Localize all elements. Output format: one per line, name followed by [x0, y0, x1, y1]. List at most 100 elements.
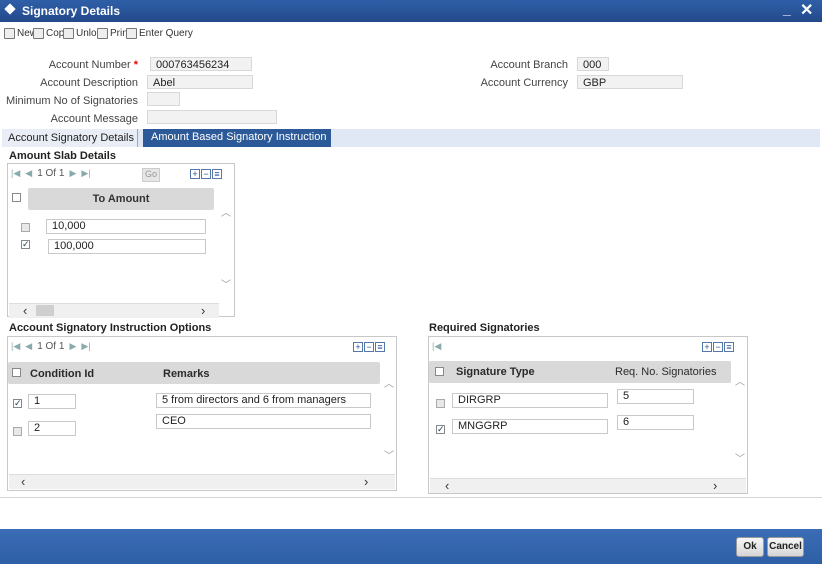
scroll-thumb[interactable]: [36, 305, 54, 316]
row-checkbox[interactable]: [13, 427, 22, 436]
row-checkbox[interactable]: [436, 399, 445, 408]
account-branch-label: Account Branch: [490, 59, 568, 71]
req-no-signatories-header: Req. No. Signatories: [615, 366, 717, 378]
scroll-down-icon[interactable]: ﹀: [384, 447, 394, 462]
scroll-left-icon[interactable]: ‹: [445, 479, 449, 493]
add-row-icon[interactable]: +: [702, 342, 712, 352]
instruction-options-title: Account Signatory Instruction Options: [9, 322, 212, 334]
to-amount-cell[interactable]: 10,000: [46, 219, 206, 234]
first-page-icon[interactable]: |◀: [11, 168, 20, 179]
account-description-label: Account Description: [40, 77, 138, 89]
ok-button[interactable]: Ok: [736, 537, 764, 557]
account-message-label: Account Message: [50, 113, 138, 125]
enter-query-button[interactable]: Enter Query: [126, 28, 193, 39]
tab-amount-based-signatory-instruction[interactable]: Amount Based Signatory Instruction: [143, 129, 331, 147]
footer-bar: [0, 529, 822, 564]
print-icon: [97, 28, 108, 39]
scroll-down-icon[interactable]: ﹀: [735, 450, 745, 465]
page-indicator: 1 Of 1: [37, 168, 65, 179]
amount-slab-panel: |◀ ◀ 1 Of 1 ▶ ▶| Go + − ≡ To Amount 10,000…: [7, 163, 235, 318]
account-currency-field[interactable]: GBP: [577, 75, 683, 89]
account-message-field[interactable]: [147, 110, 277, 124]
req-no-signatories-cell[interactable]: 6: [617, 415, 694, 430]
scroll-up-icon[interactable]: ︿: [384, 375, 394, 390]
to-amount-header: To Amount: [28, 188, 214, 210]
remarks-cell[interactable]: CEO: [156, 414, 371, 429]
window-title: Signatory Details: [22, 4, 121, 18]
row-checkbox[interactable]: [21, 223, 30, 232]
delete-row-icon[interactable]: −: [713, 342, 723, 352]
row-checkbox[interactable]: ✓: [13, 399, 22, 408]
signature-type-cell[interactable]: MNGGRP: [452, 419, 608, 434]
divider: [0, 497, 822, 498]
prev-page-icon[interactable]: ◀: [25, 341, 32, 352]
page-indicator: 1 Of 1: [37, 341, 65, 352]
toolbar: New Copy Unlock Print Enter Query: [0, 25, 822, 45]
required-signatories-panel: |◀ + − ≡ Signature Type Req. No. Signatori…: [428, 336, 748, 494]
first-page-icon[interactable]: |◀: [432, 341, 441, 352]
signature-type-header: Signature Type: [456, 366, 535, 378]
account-branch-field[interactable]: 000: [577, 57, 609, 71]
instruction-options-panel: |◀ ◀ 1 Of 1 ▶ ▶| + − ≡ Condition Id Remark…: [7, 336, 397, 491]
horizontal-scrollbar[interactable]: ‹ ›: [9, 303, 219, 318]
app-logo-icon: [4, 3, 16, 15]
scroll-right-icon[interactable]: ›: [364, 475, 368, 489]
horizontal-scrollbar[interactable]: ‹ ›: [9, 474, 395, 489]
go-button[interactable]: Go: [142, 168, 160, 182]
prev-page-icon[interactable]: ◀: [25, 168, 32, 179]
scroll-up-icon[interactable]: ︿: [735, 373, 745, 388]
signature-type-cell[interactable]: DIRGRP: [452, 393, 608, 408]
next-page-icon[interactable]: ▶: [69, 341, 76, 352]
scroll-up-icon[interactable]: ︿: [221, 204, 231, 219]
to-amount-cell[interactable]: 100,000: [48, 239, 206, 254]
enter-query-icon: [126, 28, 137, 39]
cancel-button[interactable]: Cancel: [767, 537, 804, 557]
row-checkbox[interactable]: ✓: [436, 425, 445, 434]
remarks-header: Remarks: [163, 368, 210, 380]
single-view-icon[interactable]: ≡: [375, 342, 385, 352]
add-row-icon[interactable]: +: [353, 342, 363, 352]
select-all-checkbox[interactable]: [12, 193, 21, 202]
amount-slab-row-controls: + − ≡: [190, 169, 222, 179]
amount-slab-pager: |◀ ◀ 1 Of 1 ▶ ▶|: [11, 168, 91, 179]
delete-row-icon[interactable]: −: [201, 169, 211, 179]
amount-slab-title: Amount Slab Details: [9, 150, 116, 162]
minimize-icon[interactable]: _: [783, 1, 791, 17]
scroll-left-icon[interactable]: ‹: [21, 475, 25, 489]
account-description-field[interactable]: Abel: [147, 75, 253, 89]
tab-account-signatory-details[interactable]: Account Signatory Details: [2, 129, 138, 147]
account-number-field[interactable]: 000763456234: [150, 57, 252, 71]
scroll-left-icon[interactable]: ‹: [23, 304, 27, 318]
last-page-icon[interactable]: ▶|: [81, 168, 90, 179]
condition-id-header: Condition Id: [30, 368, 95, 380]
next-page-icon[interactable]: ▶: [69, 168, 76, 179]
close-icon[interactable]: ✕: [800, 0, 813, 20]
single-view-icon[interactable]: ≡: [212, 169, 222, 179]
min-signatories-label: Minimum No of Signatories: [5, 95, 138, 107]
select-all-checkbox[interactable]: [435, 367, 444, 376]
delete-row-icon[interactable]: −: [364, 342, 374, 352]
condition-id-cell[interactable]: 1: [28, 394, 76, 409]
min-signatories-field[interactable]: [147, 92, 180, 106]
account-number-label: Account Number *: [48, 59, 138, 71]
horizontal-scrollbar[interactable]: ‹ ›: [430, 478, 746, 493]
first-page-icon[interactable]: |◀: [11, 341, 20, 352]
required-signatories-row-controls: + − ≡: [702, 342, 734, 352]
instruction-options-pager: |◀ ◀ 1 Of 1 ▶ ▶|: [11, 341, 91, 352]
req-no-signatories-cell[interactable]: 5: [617, 389, 694, 404]
condition-id-cell[interactable]: 2: [28, 421, 76, 436]
new-icon: [4, 28, 15, 39]
scroll-right-icon[interactable]: ›: [713, 479, 717, 493]
scroll-right-icon[interactable]: ›: [201, 304, 205, 318]
scroll-down-icon[interactable]: ﹀: [221, 276, 231, 291]
last-page-icon[interactable]: ▶|: [81, 341, 90, 352]
select-all-checkbox[interactable]: [12, 368, 21, 377]
row-checkbox[interactable]: ✓: [21, 240, 30, 249]
required-signatories-pager: |◀: [432, 341, 441, 352]
add-row-icon[interactable]: +: [190, 169, 200, 179]
copy-icon: [33, 28, 44, 39]
instruction-options-row-controls: + − ≡: [353, 342, 385, 352]
remarks-cell[interactable]: 5 from directors and 6 from managers: [156, 393, 371, 408]
single-view-icon[interactable]: ≡: [724, 342, 734, 352]
required-signatories-title: Required Signatories: [429, 322, 540, 334]
